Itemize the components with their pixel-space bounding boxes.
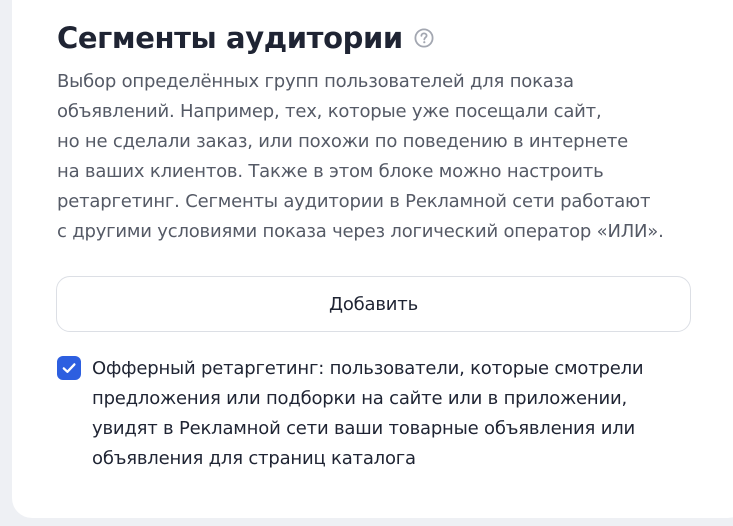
section-description: Выбор определённых групп пользователей д… xyxy=(57,67,717,247)
description-line: объявлений. Например, тех, которые уже п… xyxy=(57,101,602,122)
label-line: предложения или подборки на сайте или в … xyxy=(92,388,627,409)
description-line: ретаргетинг. Сегменты аудитории в Реклам… xyxy=(57,191,651,212)
description-line: но не сделали заказ, или похожи по повед… xyxy=(57,131,628,152)
offer-retargeting-label[interactable]: Офферный ретаргетинг: пользователи, кото… xyxy=(92,354,712,474)
section-title: Сегменты аудитории xyxy=(57,21,403,55)
section-header: Сегменты аудитории xyxy=(57,19,434,57)
description-line: на ваших клиентов. Также в этом блоке мо… xyxy=(57,161,604,182)
label-line: Офферный ретаргетинг: пользователи, кото… xyxy=(92,358,644,379)
question-circle-icon[interactable] xyxy=(414,28,434,48)
description-line: с другими условиями показа через логичес… xyxy=(57,221,664,242)
add-segment-button[interactable]: Добавить xyxy=(56,276,691,332)
label-line: увидят в Рекламной сети ваши товарные об… xyxy=(92,418,635,439)
offer-retargeting-checkbox[interactable] xyxy=(57,356,81,380)
label-line: объявления для страниц каталога xyxy=(92,448,416,469)
description-line: Выбор определённых групп пользователей д… xyxy=(57,71,574,92)
checkmark-icon xyxy=(62,363,76,373)
